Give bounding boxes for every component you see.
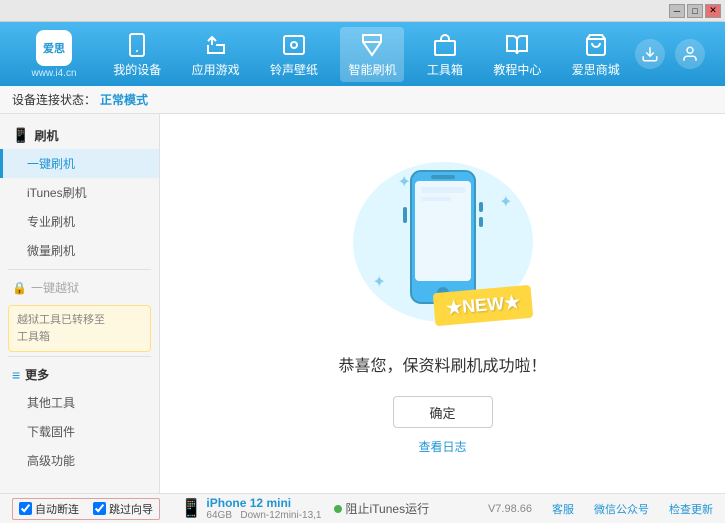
smart-flash-icon [358, 31, 386, 59]
more-section-icon: ≡ [12, 367, 20, 383]
title-bar: ─ □ ✕ [0, 0, 725, 22]
version-info: V7.98.66 [488, 503, 532, 515]
flash-section-icon: 📱 [12, 127, 29, 144]
device-info: iPhone 12 mini 64GB Down-12mini-13,1 [206, 496, 321, 521]
status-value: 正常模式 [100, 91, 148, 108]
content-area: ✦ ✦ ✦ ★NEW★ 恭 [160, 114, 725, 493]
close-button[interactable]: ✕ [705, 4, 721, 18]
logo-icon: 爱思 [36, 30, 72, 66]
sparkle-2: ✦ [499, 192, 512, 212]
bottom-bar: 自动断连 跳过向导 📱 iPhone 12 mini 64GB Down-12m… [0, 493, 725, 523]
sidebar-flash-section: 📱 刷机 一键刷机 iTunes刷机 专业刷机 微量刷机 [0, 122, 159, 265]
wechat-link[interactable]: 微信公众号 [594, 501, 649, 517]
toolbox-icon [431, 31, 459, 59]
minimize-button[interactable]: ─ [669, 4, 685, 18]
logo-url: www.i4.cn [31, 68, 76, 79]
sidebar-item-download-firmware[interactable]: 下载固件 [0, 417, 159, 446]
confirm-button[interactable]: 确定 [393, 396, 493, 428]
main-content: 📱 刷机 一键刷机 iTunes刷机 专业刷机 微量刷机 🔒 一键越狱 [0, 114, 725, 493]
sidebar: 📱 刷机 一键刷机 iTunes刷机 专业刷机 微量刷机 🔒 一键越狱 [0, 114, 160, 493]
view-log-link[interactable]: 查看日志 [418, 438, 466, 455]
maximize-button[interactable]: □ [687, 4, 703, 18]
bottom-right-info: V7.98.66 客服 微信公众号 检查更新 [488, 501, 713, 517]
header-right [635, 39, 705, 69]
success-message: 恭喜您，保资料刷机成功啦！ [338, 352, 546, 376]
sidebar-item-itunes-flash[interactable]: iTunes刷机 [0, 178, 159, 207]
my-device-icon [123, 31, 151, 59]
status-label: 设备连接状态： [12, 91, 96, 108]
auto-reconnect-input[interactable] [19, 502, 32, 515]
sidebar-jailbreak-header: 🔒 一键越狱 [0, 274, 159, 301]
divider-1 [8, 269, 151, 270]
auto-reconnect-checkbox[interactable]: 自动断连 [19, 501, 79, 517]
app-games-icon [202, 31, 230, 59]
nav-my-device[interactable]: 我的设备 [105, 27, 169, 82]
logo-area: 爱思 www.i4.cn [10, 30, 98, 79]
nav-mall[interactable]: 爱思商城 [564, 27, 628, 82]
checkbox-row: 自动断连 跳过向导 [12, 498, 160, 520]
phone-illustration: ✦ ✦ ✦ ★NEW★ [343, 152, 543, 332]
device-phone-icon: 📱 [180, 498, 202, 519]
skip-wizard-input[interactable] [93, 502, 106, 515]
sparkle-3: ✦ [373, 272, 386, 292]
itunes-status: 阻止iTunes运行 [334, 500, 430, 517]
sidebar-flash-header: 📱 刷机 [0, 122, 159, 149]
nav-items: 我的设备 应用游戏 铃声壁纸 智能刷机 工具箱 [98, 27, 635, 82]
customer-service-link[interactable]: 客服 [552, 501, 574, 517]
ringtone-icon [280, 31, 308, 59]
download-button[interactable] [635, 39, 665, 69]
status-bar: 设备连接状态： 正常模式 [0, 86, 725, 114]
phone-svg [403, 167, 483, 307]
sidebar-item-advanced[interactable]: 高级功能 [0, 446, 159, 475]
nav-ringtone[interactable]: 铃声壁纸 [262, 27, 326, 82]
user-button[interactable] [675, 39, 705, 69]
nav-app-games[interactable]: 应用游戏 [184, 27, 248, 82]
sidebar-more-section: ≡ 更多 其他工具 下载固件 高级功能 [0, 361, 159, 475]
sidebar-item-pro-flash[interactable]: 专业刷机 [0, 207, 159, 236]
sidebar-item-one-key-flash[interactable]: 一键刷机 [0, 149, 159, 178]
device-detail: 64GB Down-12mini-13,1 [206, 510, 321, 521]
sidebar-item-other-tools[interactable]: 其他工具 [0, 388, 159, 417]
nav-smart-flash[interactable]: 智能刷机 [340, 27, 404, 82]
device-name: iPhone 12 mini [206, 496, 321, 510]
nav-toolbox[interactable]: 工具箱 [419, 27, 471, 82]
jailbreak-notice: 越狱工具已转移至工具箱 [8, 305, 151, 352]
mall-icon [582, 31, 610, 59]
lock-icon: 🔒 [12, 281, 27, 295]
check-update-link[interactable]: 检查更新 [669, 501, 713, 517]
sidebar-more-header: ≡ 更多 [0, 361, 159, 388]
sidebar-item-battery-flash[interactable]: 微量刷机 [0, 236, 159, 265]
nav-tutorial[interactable]: 教程中心 [485, 27, 549, 82]
sidebar-jailbreak-section: 🔒 一键越狱 越狱工具已转移至工具箱 [0, 274, 159, 352]
sparkle-1: ✦ [398, 172, 411, 192]
header: 爱思 www.i4.cn 我的设备 应用游戏 铃声壁纸 智能刷机 [0, 22, 725, 86]
tutorial-icon [503, 31, 531, 59]
divider-2 [8, 356, 151, 357]
new-badge: ★NEW★ [433, 285, 534, 326]
itunes-status-dot [334, 505, 342, 513]
skip-wizard-checkbox[interactable]: 跳过向导 [93, 501, 153, 517]
